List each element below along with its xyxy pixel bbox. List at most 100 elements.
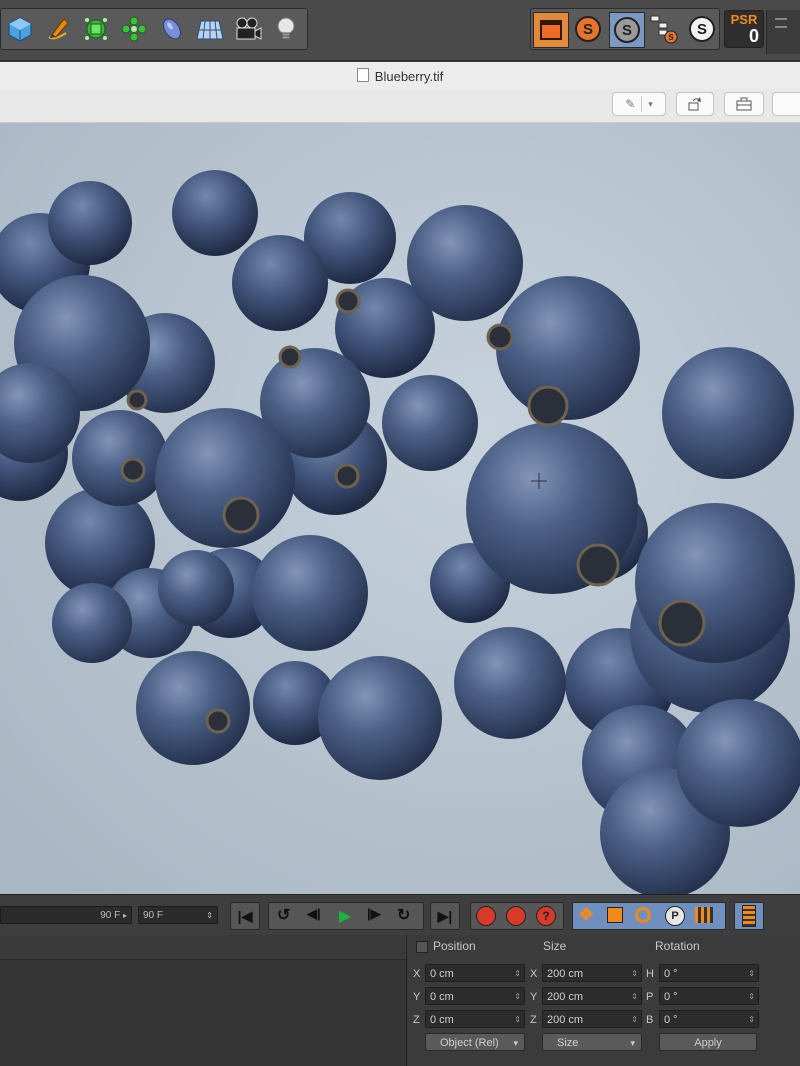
chevron-down-icon: ▾ — [630, 1038, 635, 1048]
rotation-header: Rotation — [655, 939, 700, 953]
pen-icon[interactable] — [41, 12, 75, 46]
rotation-p-value: 0 ° — [664, 991, 678, 1003]
cloner-icon[interactable] — [117, 12, 151, 46]
size-axis-z: Z — [530, 1014, 537, 1026]
svg-text:S: S — [697, 21, 707, 38]
camera-icon[interactable] — [231, 12, 265, 46]
floor-icon[interactable] — [193, 12, 227, 46]
psr-label: PSR — [730, 12, 758, 27]
keyframe-help-icon[interactable]: ? — [536, 906, 556, 926]
rotation-p-field[interactable]: 0 ° ⇕ — [659, 987, 759, 1005]
position-header: Position — [433, 939, 476, 953]
svg-text:S: S — [622, 22, 632, 39]
markup-dropdown[interactable]: ✎ ▾ — [612, 92, 666, 116]
rot-axis-p: P — [646, 991, 654, 1003]
grip-icon — [416, 941, 428, 953]
size-z-field[interactable]: 200 cm ⇕ — [542, 1010, 642, 1028]
param-key-icon[interactable]: P — [665, 906, 685, 926]
goto-end-button[interactable]: ▶| — [430, 902, 460, 930]
position-z-field[interactable]: 0 cm ⇕ — [425, 1010, 525, 1028]
psr-counter: PSR 0 — [724, 10, 764, 48]
s-gray-icon[interactable]: S — [609, 12, 645, 48]
rot-axis-h: H — [646, 968, 654, 980]
viewer-titlebar: Blueberry.tif — [0, 62, 800, 90]
position-y-value: 0 cm — [430, 991, 454, 1003]
size-axis-x: X — [530, 968, 538, 980]
rotate-button[interactable] — [676, 92, 714, 116]
size-y-field[interactable]: 200 cm ⇕ — [542, 987, 642, 1005]
move-key-icon[interactable]: ✥ — [579, 905, 593, 925]
timeline-bar: 90 F ▸ 90 F ⇕ |◀ ↺ ◀| ▶ |▶ ↻ ▶| ? ✥ P — [0, 894, 800, 936]
goto-start-button[interactable]: |◀ — [230, 902, 260, 930]
chevron-down-icon: ▾ — [513, 1038, 518, 1048]
viewer-title-text: Blueberry.tif — [374, 69, 444, 84]
rendered-image — [0, 123, 800, 894]
record-key-icon[interactable] — [476, 906, 496, 926]
play-icon[interactable]: ▶ — [339, 906, 351, 926]
position-z-value: 0 cm — [430, 1014, 454, 1026]
deformer-icon[interactable] — [155, 12, 189, 46]
cube-icon[interactable] — [3, 12, 37, 46]
svg-text:S: S — [668, 33, 674, 42]
pos-axis-z: Z — [413, 1014, 420, 1026]
pos-axis-x: X — [413, 968, 421, 980]
record-group: ? — [470, 902, 564, 930]
next-key-icon[interactable]: ↻ — [397, 905, 410, 925]
right-panel-edge — [766, 10, 800, 54]
size-x-field[interactable]: 200 cm ⇕ — [542, 964, 642, 982]
key-filter-group: ✥ P — [572, 902, 726, 930]
psr-value: 0 — [748, 26, 759, 46]
size-axis-y: Y — [530, 991, 538, 1003]
position-x-field[interactable]: 0 cm ⇕ — [425, 964, 525, 982]
layer-pane — [0, 935, 407, 1066]
render-tools-group: S S S S — [530, 8, 720, 50]
size-z-value: 200 cm — [547, 1014, 584, 1026]
s-orange-icon[interactable]: S — [571, 12, 605, 46]
rotation-h-value: 0 ° — [664, 968, 678, 980]
pos-axis-y: Y — [413, 991, 421, 1003]
max-frame-field[interactable]: 90 F ⇕ — [138, 906, 218, 924]
rotation-b-value: 0 ° — [664, 1014, 678, 1026]
toolbox-button[interactable] — [724, 92, 764, 116]
share-button[interactable] — [772, 92, 800, 116]
rotation-h-field[interactable]: 0 ° ⇕ — [659, 964, 759, 982]
s-white-icon[interactable]: S — [685, 12, 719, 46]
scale-key-icon[interactable] — [607, 907, 623, 923]
main-toolbar: S S S S PSR 0 — [0, 0, 800, 61]
coordinates-manager: Position Size Rotation X 0 cm ⇕ X 200 cm ⇕… — [0, 935, 800, 1066]
position-y-field[interactable]: 0 cm ⇕ — [425, 987, 525, 1005]
goto-end-icon: ▶| — [437, 907, 453, 924]
menu-icon[interactable] — [775, 18, 787, 28]
apply-button[interactable]: Apply — [659, 1033, 757, 1051]
pen-markup-icon: ✎ — [625, 97, 636, 111]
pla-key-icon[interactable] — [695, 907, 713, 923]
apply-label: Apply — [694, 1037, 722, 1049]
viewer-toolbar: ✎ ▾ — [0, 90, 800, 123]
light-icon[interactable] — [269, 12, 303, 46]
subdivision-icon[interactable] — [79, 12, 113, 46]
max-frame-right: 90 F — [143, 910, 164, 921]
rotation-b-field[interactable]: 0 ° ⇕ — [659, 1010, 759, 1028]
prev-key-icon[interactable]: ↺ — [277, 905, 290, 925]
step-forward-icon[interactable]: |▶ — [367, 906, 381, 922]
playback-group: ↺ ◀| ▶ |▶ ↻ — [268, 902, 424, 930]
step-back-icon[interactable]: ◀| — [307, 906, 321, 922]
size-mode-label: Size — [557, 1037, 579, 1049]
filmstrip-icon — [742, 905, 756, 927]
position-x-value: 0 cm — [430, 968, 454, 980]
chevron-down-icon: ▾ — [648, 98, 653, 109]
render-view-icon[interactable] — [533, 12, 569, 48]
size-x-value: 200 cm — [547, 968, 584, 980]
timeline-slider-end[interactable]: 90 F ▸ — [0, 906, 132, 924]
size-y-value: 200 cm — [547, 991, 584, 1003]
timeline-window-button[interactable] — [734, 902, 764, 930]
rotate-key-icon[interactable] — [635, 907, 651, 923]
coordinate-mode-dropdown[interactable]: Object (Rel) ▾ — [425, 1033, 525, 1051]
size-mode-dropdown[interactable]: Size ▾ — [542, 1033, 642, 1051]
size-header: Size — [543, 939, 567, 953]
max-frame-left: 90 F — [100, 910, 121, 921]
autokey-icon[interactable] — [506, 906, 526, 926]
svg-text:S: S — [583, 21, 593, 38]
hierarchy-icon[interactable]: S — [647, 12, 681, 46]
toolbox-icon — [736, 97, 752, 111]
